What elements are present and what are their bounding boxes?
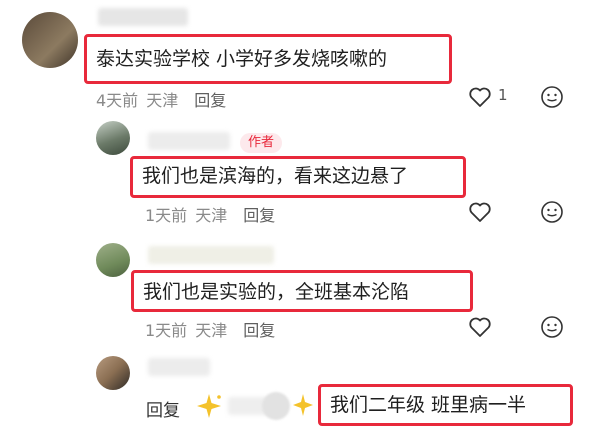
- avatar[interactable]: [96, 121, 130, 155]
- comment-text: 泰达实验学校 小学好多发烧咳嗽的: [96, 48, 388, 70]
- emoji-icon[interactable]: [540, 200, 564, 228]
- username-blurred: [98, 8, 188, 26]
- comment-location: 天津: [195, 321, 228, 340]
- avatar[interactable]: [22, 12, 78, 68]
- comment-location: 天津: [146, 91, 179, 110]
- username-blurred: [148, 358, 210, 376]
- reply-button[interactable]: 回复: [146, 396, 180, 421]
- username-blurred: [148, 246, 274, 264]
- emoji-icon[interactable]: [540, 85, 564, 113]
- mentioned-avatar: [262, 392, 290, 420]
- like-count: 1: [498, 86, 508, 104]
- avatar[interactable]: [96, 243, 130, 277]
- comment-time: 1天前: [145, 321, 188, 340]
- reply-button[interactable]: 回复: [194, 87, 226, 111]
- reply-button[interactable]: 回复: [243, 317, 275, 341]
- sparkle-icon: [194, 392, 224, 424]
- comment-location: 天津: [195, 206, 228, 225]
- author-tag: 作者: [240, 133, 283, 153]
- comment-meta: 4天前 天津 回复: [96, 87, 226, 111]
- emoji-icon[interactable]: [540, 315, 564, 343]
- comment-text: 我们二年级 班里病一半: [330, 394, 527, 416]
- avatar[interactable]: [96, 356, 130, 390]
- username-blurred: [148, 132, 230, 150]
- reply-button[interactable]: 回复: [243, 202, 275, 226]
- comment-time: 4天前: [96, 91, 139, 110]
- comment-text: 我们也是滨海的，看来这边悬了: [142, 165, 409, 187]
- heart-icon[interactable]: [468, 86, 492, 112]
- comment-text: 我们也是实验的，全班基本沦陷: [143, 281, 410, 303]
- sparkle-icon: [290, 392, 316, 422]
- comment-meta: 1天前 天津 回复: [145, 317, 275, 341]
- comment-time: 1天前: [145, 206, 188, 225]
- comment-meta: 1天前 天津 回复: [145, 202, 275, 226]
- heart-icon[interactable]: [468, 316, 492, 342]
- heart-icon[interactable]: [468, 201, 492, 227]
